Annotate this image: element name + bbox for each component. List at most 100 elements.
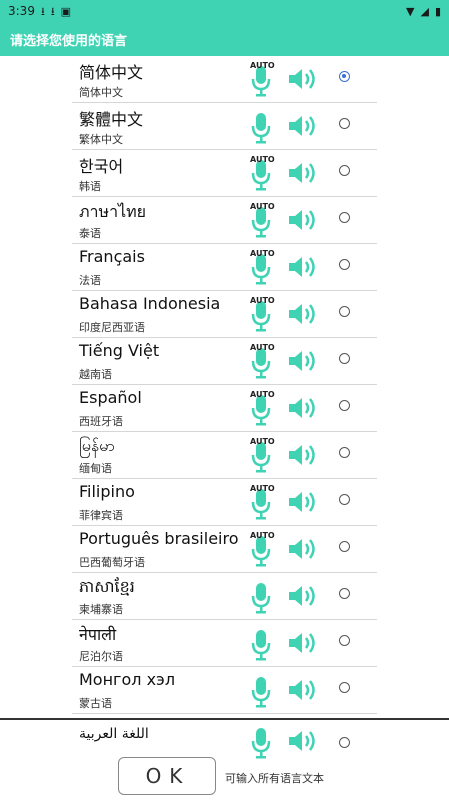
auto-label: AUTO [250, 61, 275, 70]
language-radio[interactable] [339, 541, 350, 552]
language-radio[interactable] [339, 259, 350, 270]
speaker-icon[interactable] [287, 160, 319, 186]
language-chinese-name: 尼泊尔语 [79, 650, 123, 663]
language-radio[interactable] [339, 212, 350, 223]
speaker-icon[interactable] [287, 489, 319, 515]
language-row[interactable]: 한국어 韩语 AUTO [72, 150, 377, 197]
language-chinese-name: 泰语 [79, 227, 101, 240]
language-native-name: မြန်မာ [79, 436, 115, 455]
language-native-name: ភាសាខ្មែរ [79, 577, 135, 596]
language-row[interactable]: ភាសាខ្មែរ 柬埔寨语 [72, 573, 377, 620]
speaker-icon[interactable] [287, 442, 319, 468]
auto-label: AUTO [250, 531, 275, 540]
microphone-icon[interactable] [250, 628, 272, 662]
download-icon: ⭳ [50, 4, 55, 18]
auto-label: AUTO [250, 343, 275, 352]
speaker-icon[interactable] [287, 113, 319, 139]
language-native-name: Filipino [79, 482, 135, 501]
speaker-icon[interactable] [287, 254, 319, 280]
auto-label: AUTO [250, 390, 275, 399]
language-native-name: Português brasileiro [79, 529, 239, 548]
language-chinese-name: 简体中文 [79, 86, 123, 99]
language-radio[interactable] [339, 353, 350, 364]
language-native-name: Français [79, 247, 145, 266]
speaker-icon[interactable] [287, 395, 319, 421]
language-radio[interactable] [339, 494, 350, 505]
speaker-icon[interactable] [287, 66, 319, 92]
language-chinese-name: 繁体中文 [79, 133, 123, 146]
language-radio[interactable] [339, 588, 350, 599]
microphone-icon[interactable] [250, 675, 272, 709]
language-radio[interactable] [339, 165, 350, 176]
language-row[interactable]: नेपाली 尼泊尔语 [72, 620, 377, 667]
language-native-name: Монгол хэл [79, 670, 176, 689]
speaker-icon[interactable] [287, 728, 319, 754]
speaker-icon[interactable] [287, 348, 319, 374]
language-list: 简体中文 简体中文 AUTO 繁體中文 繁体中文 한국어 韩语 AUTO ภาษาไทย 泰语 AU… [0, 56, 449, 714]
language-native-name: ภาษาไทย [79, 202, 147, 221]
wifi-icon: ▼ [406, 4, 415, 18]
language-chinese-name: 越南语 [79, 368, 112, 381]
language-native-name: 繁體中文 [79, 110, 144, 129]
language-row[interactable]: Монгол хэл 蒙古语 [72, 667, 377, 714]
speaker-icon[interactable] [287, 677, 319, 703]
language-chinese-name: 法语 [79, 274, 101, 287]
language-radio[interactable] [339, 737, 350, 748]
language-row[interactable]: Français 法语 AUTO [72, 244, 377, 291]
language-native-name: اللغة العربية [79, 726, 149, 742]
speaker-icon[interactable] [287, 301, 319, 327]
ok-button[interactable]: OK [118, 757, 216, 795]
language-native-name: Tiếng Việt [79, 341, 160, 360]
language-native-name: नेपाली [79, 625, 117, 644]
download-icon: ⭳ [40, 4, 45, 18]
language-chinese-name: 蒙古语 [79, 697, 112, 710]
speaker-icon[interactable] [287, 583, 319, 609]
auto-label: AUTO [250, 437, 275, 446]
language-radio[interactable] [339, 118, 350, 129]
language-chinese-name: 柬埔寨语 [79, 603, 123, 616]
language-native-name: Español [79, 388, 142, 407]
language-radio[interactable] [339, 682, 350, 693]
language-chinese-name: 菲律宾语 [79, 509, 123, 522]
input-hint: 可输入所有语言文本 [225, 772, 324, 785]
language-chinese-name: 缅甸语 [79, 462, 112, 475]
language-row[interactable]: Bahasa Indonesia 印度尼西亚语 AUTO [72, 291, 377, 338]
auto-label: AUTO [250, 296, 275, 305]
microphone-icon[interactable] [250, 581, 272, 615]
speaker-icon[interactable] [287, 536, 319, 562]
status-bar: 3:39 ⭳ ⭳ ▣ ▼ ◢ ▮ [0, 0, 449, 22]
language-row[interactable]: ภาษาไทย 泰语 AUTO [72, 197, 377, 244]
auto-label: AUTO [250, 249, 275, 258]
language-radio[interactable] [339, 635, 350, 646]
language-row[interactable]: 简体中文 简体中文 AUTO [72, 56, 377, 103]
language-chinese-name: 西班牙语 [79, 415, 123, 428]
microphone-icon[interactable] [250, 111, 272, 145]
auto-label: AUTO [250, 484, 275, 493]
app-bar: 请选择您使用的语言 [0, 22, 449, 56]
language-radio[interactable] [339, 400, 350, 411]
language-chinese-name: 印度尼西亚语 [79, 321, 145, 334]
speaker-icon[interactable] [287, 207, 319, 233]
language-row[interactable]: Tiếng Việt 越南语 AUTO [72, 338, 377, 385]
language-native-name: 简体中文 [79, 63, 144, 82]
language-radio[interactable] [339, 71, 350, 82]
page-title: 请选择您使用的语言 [10, 33, 128, 49]
language-chinese-name: 韩语 [79, 180, 101, 193]
language-row[interactable]: Filipino 菲律宾语 AUTO [72, 479, 377, 526]
language-row-arabic[interactable]: اللغة العربية [72, 720, 377, 760]
language-row[interactable]: Español 西班牙语 AUTO [72, 385, 377, 432]
speaker-icon[interactable] [287, 630, 319, 656]
language-native-name: Bahasa Indonesia [79, 294, 221, 313]
language-chinese-name: 巴西葡萄牙语 [79, 556, 145, 569]
notification-icon: ▣ [60, 4, 72, 18]
battery-icon: ▮ [434, 4, 441, 18]
signal-icon: ◢ [420, 4, 429, 18]
language-row[interactable]: Português brasileiro 巴西葡萄牙语 AUTO [72, 526, 377, 573]
language-radio[interactable] [339, 306, 350, 317]
status-time: 3:39 [8, 4, 35, 18]
language-row[interactable]: 繁體中文 繁体中文 [72, 103, 377, 150]
language-radio[interactable] [339, 447, 350, 458]
language-row[interactable]: မြန်မာ 缅甸语 AUTO [72, 432, 377, 479]
microphone-icon[interactable] [250, 726, 272, 760]
auto-label: AUTO [250, 202, 275, 211]
